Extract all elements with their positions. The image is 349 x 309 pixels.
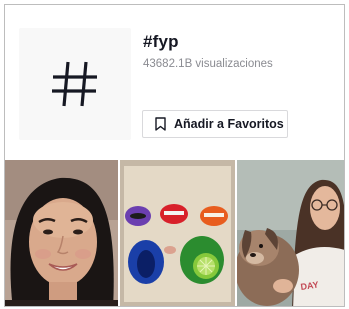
hashtag-cover (19, 28, 131, 140)
add-to-favorites-button[interactable]: Añadir a Favoritos (142, 110, 288, 138)
hashtag-title: #fyp (143, 32, 179, 51)
video-thumbnail-girl-smiling[interactable] (5, 160, 119, 306)
bookmark-icon (155, 117, 166, 131)
video-grid: DAY (5, 160, 344, 306)
video-image: DAY (236, 160, 344, 306)
add-to-favorites-label: Añadir a Favoritos (174, 117, 284, 131)
video-image (5, 160, 119, 306)
video-thumbnail-woman-with-dog[interactable]: DAY (236, 160, 344, 306)
video-thumbnail-lips-art[interactable] (120, 160, 235, 306)
hashtag-header: #fyp 43682.1B visualizaciones Añadir a F… (5, 5, 344, 160)
hashtag-page: #fyp 43682.1B visualizaciones Añadir a F… (4, 4, 345, 307)
view-count: 43682.1B visualizaciones (143, 58, 273, 70)
hashtag-icon (52, 61, 97, 107)
video-image (120, 160, 235, 306)
